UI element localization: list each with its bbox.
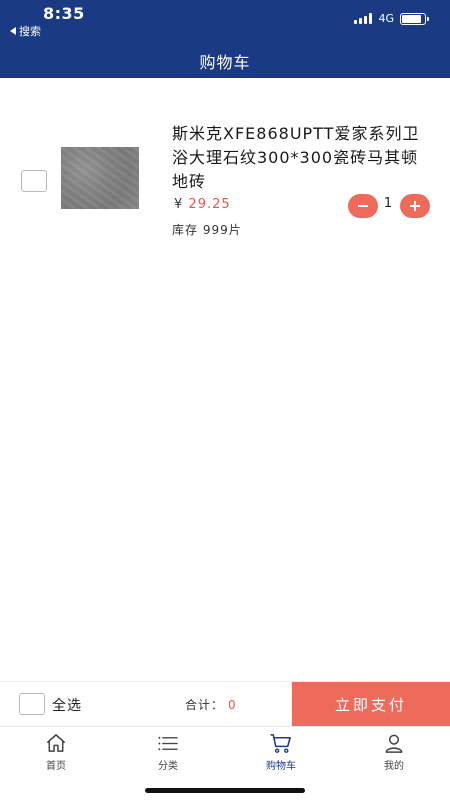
tab-mine[interactable]: 我的 bbox=[338, 732, 450, 772]
total-label: 合计： bbox=[185, 698, 225, 712]
back-triangle-icon bbox=[10, 27, 16, 35]
tab-home[interactable]: 首页 bbox=[0, 732, 112, 772]
tab-category-label: 分类 bbox=[158, 761, 178, 772]
tab-home-label: 首页 bbox=[46, 761, 66, 772]
tab-cart-label: 购物车 bbox=[266, 761, 296, 772]
page-title: 购物车 bbox=[199, 53, 251, 72]
home-indicator[interactable] bbox=[145, 788, 305, 793]
increase-quantity-button[interactable] bbox=[400, 194, 430, 218]
product-price: ¥ 29.25 bbox=[174, 197, 231, 212]
item-checkbox[interactable] bbox=[21, 170, 47, 192]
signal-icon bbox=[354, 13, 373, 24]
stock-info: 库存 999片 bbox=[172, 223, 242, 237]
total-amount: 合计： 0 bbox=[185, 696, 237, 713]
back-to-app-link[interactable]: 搜索 bbox=[10, 23, 41, 39]
decrease-quantity-button[interactable] bbox=[348, 194, 378, 218]
cart-icon bbox=[270, 734, 291, 753]
user-icon bbox=[385, 734, 403, 753]
tab-category[interactable]: 分类 bbox=[112, 732, 224, 772]
tab-mine-label: 我的 bbox=[384, 761, 404, 772]
network-type: 4G bbox=[378, 12, 394, 25]
app-header: 8:35 搜索 4G 购物车 bbox=[0, 0, 450, 78]
select-all-label[interactable]: 全选 bbox=[52, 695, 82, 715]
currency-symbol: ¥ bbox=[174, 197, 184, 212]
select-all-checkbox[interactable] bbox=[19, 693, 45, 715]
status-indicators: 4G bbox=[354, 12, 429, 25]
tab-cart[interactable]: 购物车 bbox=[225, 732, 337, 772]
battery-icon bbox=[400, 12, 429, 25]
cart-item: 斯米克XFE868UPTT爱家系列卫浴大理石纹300*300瓷砖马其顿地砖 ¥ … bbox=[0, 110, 450, 250]
checkout-bar: 全选 合计： 0 立即支付 bbox=[0, 681, 450, 726]
home-icon bbox=[46, 734, 66, 752]
product-image[interactable] bbox=[61, 147, 139, 209]
product-name[interactable]: 斯米克XFE868UPTT爱家系列卫浴大理石纹300*300瓷砖马其顿地砖 bbox=[172, 122, 434, 194]
back-app-label: 搜索 bbox=[19, 25, 41, 38]
total-value: 0 bbox=[228, 698, 237, 712]
quantity-value: 1 bbox=[383, 196, 393, 211]
list-icon bbox=[158, 736, 178, 751]
price-value: 29.25 bbox=[188, 197, 231, 212]
plus-icon bbox=[410, 201, 420, 211]
minus-icon bbox=[358, 205, 368, 207]
status-time: 8:35 bbox=[43, 4, 85, 23]
pay-now-button[interactable]: 立即支付 bbox=[292, 682, 450, 726]
